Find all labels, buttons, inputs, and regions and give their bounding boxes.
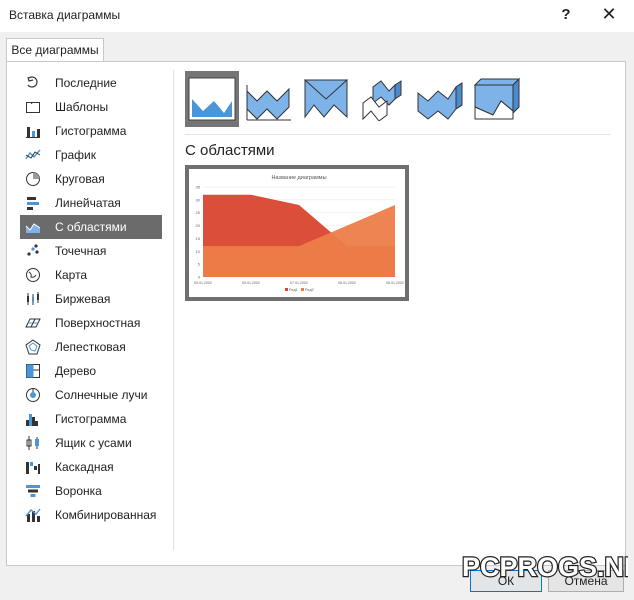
- y-tick-label: 10: [196, 249, 201, 254]
- x-tick-label: 07.01.2002: [290, 281, 308, 285]
- y-tick-label: 15: [196, 236, 201, 241]
- sidebar-item-label: С областями: [55, 220, 127, 234]
- histogram-chart-icon: [25, 411, 41, 427]
- surface-chart-icon: [25, 315, 41, 331]
- subtype-3d-stacked-area[interactable]: [413, 71, 467, 127]
- stock-chart-icon: [25, 291, 41, 307]
- subtype-area[interactable]: [185, 71, 239, 127]
- legend-swatch: [301, 288, 304, 291]
- sidebar-item-treemap-chart[interactable]: Дерево: [20, 359, 162, 383]
- legend-label: Ряд2: [305, 288, 314, 292]
- sidebar-item-area-chart[interactable]: С областями: [20, 215, 162, 239]
- radar-chart-icon: [25, 339, 41, 355]
- sidebar-item-line-chart[interactable]: График: [20, 143, 162, 167]
- box-whisker-chart-icon: [25, 435, 41, 451]
- chart-title: Название диаграммы: [271, 175, 326, 181]
- sidebar-item-combo-chart[interactable]: Комбинированная: [20, 503, 162, 527]
- sidebar-item-label: Дерево: [55, 364, 97, 378]
- pie-chart-icon: [25, 171, 41, 187]
- sidebar-item-label: Солнечные лучи: [55, 388, 148, 402]
- sidebar-item-label: Точечная: [55, 244, 107, 258]
- combo-chart-icon: [25, 507, 41, 523]
- separator: [185, 134, 610, 135]
- sidebar-item-funnel-chart[interactable]: Воронка: [20, 479, 162, 503]
- subtype-3d-area[interactable]: [356, 71, 410, 127]
- sidebar-item-label: Лепестковая: [55, 340, 126, 354]
- y-tick-label: 30: [196, 197, 201, 202]
- sidebar-item-label: График: [55, 148, 96, 162]
- dialog-panel: Последние Шаблоны Гистограмма График Кругова…: [6, 61, 626, 566]
- sidebar-item-stock-chart[interactable]: Биржевая: [20, 287, 162, 311]
- sidebar-item-pie-chart[interactable]: Круговая: [20, 167, 162, 191]
- sunburst-chart-icon: [25, 387, 41, 403]
- sidebar-item-label: Шаблоны: [55, 100, 109, 114]
- title-bar: Вставка диаграммы ? ✕: [0, 0, 634, 32]
- column-chart-icon: [25, 123, 41, 139]
- preview-chart-svg: Название диаграммы 0 5 10 15 20 25 30 35 00.01.20…: [194, 175, 404, 292]
- x-tick-label: 08.01.2002: [386, 281, 404, 285]
- sidebar-item-label: Гистограмма: [55, 412, 127, 426]
- sidebar-item-label: Воронка: [55, 484, 102, 498]
- help-button[interactable]: ?: [558, 6, 574, 23]
- sidebar-item-label: Гистограмма: [55, 124, 127, 138]
- y-tick-label: 0: [198, 275, 201, 280]
- sidebar-item-histogram-chart[interactable]: Гистограмма: [20, 407, 162, 431]
- sidebar-item-label: Каскадная: [55, 460, 114, 474]
- funnel-chart-icon: [25, 483, 41, 499]
- watermark-logo: PCPROGS.NET: [461, 551, 628, 583]
- sidebar-item-surface-chart[interactable]: Поверхностная: [20, 311, 162, 335]
- sidebar-item-map-chart[interactable]: Карта: [20, 263, 162, 287]
- recent-icon: [25, 75, 41, 91]
- sidebar-item-box-whisker-chart[interactable]: Ящик с усами: [20, 431, 162, 455]
- watermark-text: PCPROGS.NET: [462, 552, 628, 582]
- folder-icon: [25, 99, 41, 115]
- divider: [173, 70, 174, 550]
- x-tick-label: 00.01.2002: [242, 281, 260, 285]
- subtype-stacked-area[interactable]: [242, 71, 296, 127]
- sidebar-item-recent[interactable]: Последние: [20, 71, 162, 95]
- sidebar-item-sunburst-chart[interactable]: Солнечные лучи: [20, 383, 162, 407]
- chart-type-list: Последние Шаблоны Гистограмма График Кругова…: [20, 71, 162, 527]
- line-chart-icon: [25, 147, 41, 163]
- waterfall-chart-icon: [25, 459, 41, 475]
- sidebar-item-label: Поверхностная: [55, 316, 141, 330]
- legend-label: Ряд1: [289, 288, 298, 292]
- sidebar-item-folder[interactable]: Шаблоны: [20, 95, 162, 119]
- window-title: Вставка диаграммы: [9, 8, 121, 22]
- y-tick-label: 20: [196, 223, 201, 228]
- y-tick-label: 25: [196, 210, 201, 215]
- treemap-chart-icon: [25, 363, 41, 379]
- area-chart-icon: [25, 219, 41, 235]
- y-tick-label: 5: [198, 262, 201, 267]
- sidebar-item-column-chart[interactable]: Гистограмма: [20, 119, 162, 143]
- sidebar-item-waterfall-chart[interactable]: Каскадная: [20, 455, 162, 479]
- tab-all-charts[interactable]: Все диаграммы: [6, 38, 104, 62]
- subtype-100-stacked-area[interactable]: [299, 71, 353, 127]
- map-chart-icon: [25, 267, 41, 283]
- sidebar-item-label: Биржевая: [55, 292, 111, 306]
- legend-swatch: [285, 288, 288, 291]
- chart-preview[interactable]: Название диаграммы 0 5 10 15 20 25 30 35 00.01.20…: [185, 165, 409, 301]
- sidebar-item-label: Круговая: [55, 172, 105, 186]
- x-tick-label: 08.01.2002: [338, 281, 356, 285]
- sidebar-item-label: Последние: [55, 76, 117, 90]
- sidebar-item-radar-chart[interactable]: Лепестковая: [20, 335, 162, 359]
- sidebar-item-label: Ящик с усами: [55, 436, 132, 450]
- sidebar-item-label: Карта: [55, 268, 88, 282]
- y-tick-label: 35: [196, 185, 201, 190]
- subtype-gallery: [185, 71, 527, 129]
- sidebar-item-bar-chart[interactable]: Линейчатая: [20, 191, 162, 215]
- sidebar-item-label: Линейчатая: [55, 196, 121, 210]
- close-button[interactable]: ✕: [600, 4, 618, 25]
- sidebar-item-scatter-chart[interactable]: Точечная: [20, 239, 162, 263]
- x-tick-label: 00.01.2002: [194, 281, 212, 285]
- section-title: С областями: [185, 142, 275, 159]
- subtype-3d-100-stacked-area[interactable]: [470, 71, 524, 127]
- bar-chart-icon: [25, 195, 41, 211]
- scatter-chart-icon: [25, 243, 41, 259]
- sidebar-item-label: Комбинированная: [55, 508, 157, 522]
